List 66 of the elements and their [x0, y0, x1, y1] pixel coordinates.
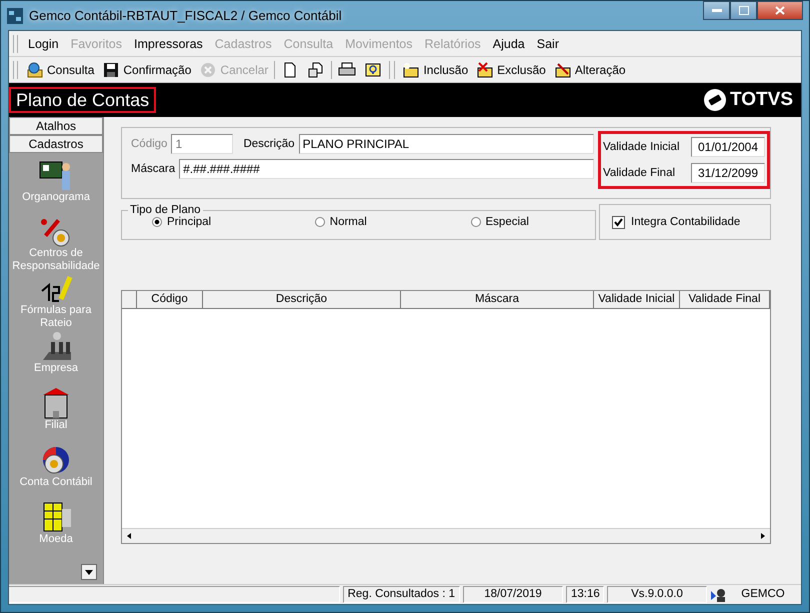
sidebar-tab[interactable]: Atalhos: [9, 117, 103, 135]
group-label: Tipo de Plano: [129, 204, 202, 216]
field-label: Validade Final: [603, 167, 676, 179]
logo-icon: [703, 88, 727, 112]
row-header-corner: [122, 291, 137, 309]
logo-text: TOTVS: [730, 89, 793, 111]
checkbox-option[interactable]: Integra Contabilidade: [612, 216, 740, 228]
caret-icon: [85, 570, 93, 574]
column-header[interactable]: Validade Inicial: [594, 291, 680, 309]
toolbar-button[interactable]: Confirmação: [98, 58, 196, 80]
scroll-down-button[interactable]: [81, 564, 97, 580]
maximize-icon: [738, 6, 748, 15]
help-icon: [364, 62, 382, 78]
status-version: Vs.9.0.0.0: [607, 586, 707, 603]
consulta-icon: [26, 62, 44, 78]
toolbar-button[interactable]: Alteração: [550, 58, 630, 80]
status-date: 18/07/2019: [463, 586, 563, 603]
radio-button[interactable]: [152, 217, 162, 227]
field-label: Descrição: [243, 138, 295, 150]
checkbox[interactable]: [612, 216, 625, 228]
toolbar-button[interactable]: Exclusão: [472, 58, 550, 80]
status-text: Reg. Consultados : 1: [342, 586, 460, 603]
input-field[interactable]: #.##.###.####: [179, 159, 594, 179]
window-title: Gemco Contábil-RBTAUT_FISCAL2 / Gemco Contábil: [29, 8, 342, 23]
field-label: Código: [131, 138, 168, 150]
column-header[interactable]: Código: [137, 291, 203, 309]
radio-option[interactable]: Especial: [470, 216, 529, 228]
close-icon: [775, 6, 785, 15]
insert-icon: [402, 62, 420, 78]
input-field[interactable]: PLANO PRINCIPAL: [298, 134, 594, 154]
column-header[interactable]: Descrição: [203, 291, 401, 309]
cancel-icon: [199, 62, 218, 78]
sidebar-tab[interactable]: Cadastros: [9, 135, 103, 153]
open-icon: [307, 62, 326, 78]
field-label: Validade Inicial: [603, 141, 680, 153]
horizontal-scrollbar[interactable]: [122, 528, 770, 543]
field-label: Máscara: [131, 163, 176, 175]
menu-item[interactable]: Sair: [530, 36, 565, 50]
minimize-button[interactable]: [703, 1, 730, 20]
radio-option[interactable]: Normal: [314, 216, 367, 228]
toolbar-button[interactable]: Inclusão: [398, 58, 472, 80]
app-icon: [7, 8, 23, 24]
delete-icon: [476, 62, 494, 78]
toolbar-button[interactable]: Consulta: [22, 58, 98, 80]
page-title: Plano de Contas: [9, 87, 156, 113]
radio-button[interactable]: [314, 217, 325, 227]
sidebar-item-icon: [39, 273, 73, 304]
edit-icon: [554, 62, 572, 78]
column-header[interactable]: Máscara: [401, 291, 594, 309]
radio-button[interactable]: [470, 217, 481, 227]
save-icon: [102, 62, 120, 78]
close-button[interactable]: [757, 1, 803, 20]
status-user: GEMCO: [740, 587, 786, 602]
menu-item[interactable]: Ajuda: [486, 36, 531, 50]
user-icon: [710, 588, 726, 602]
maximize-button[interactable]: [730, 1, 757, 20]
sidebar-item-icon: [39, 159, 73, 191]
date-field[interactable]: 31/12/2099: [691, 163, 765, 183]
date-field[interactable]: 01/01/2004: [691, 137, 765, 157]
status-time: 13:16: [566, 586, 604, 603]
menu-item[interactable]: Login: [22, 36, 65, 50]
minimize-icon: [712, 8, 722, 12]
print-icon: [338, 62, 356, 78]
column-header[interactable]: Validade Final: [680, 291, 770, 309]
radio-option[interactable]: Principal: [152, 216, 212, 228]
menu-item[interactable]: Impressoras: [128, 36, 209, 50]
